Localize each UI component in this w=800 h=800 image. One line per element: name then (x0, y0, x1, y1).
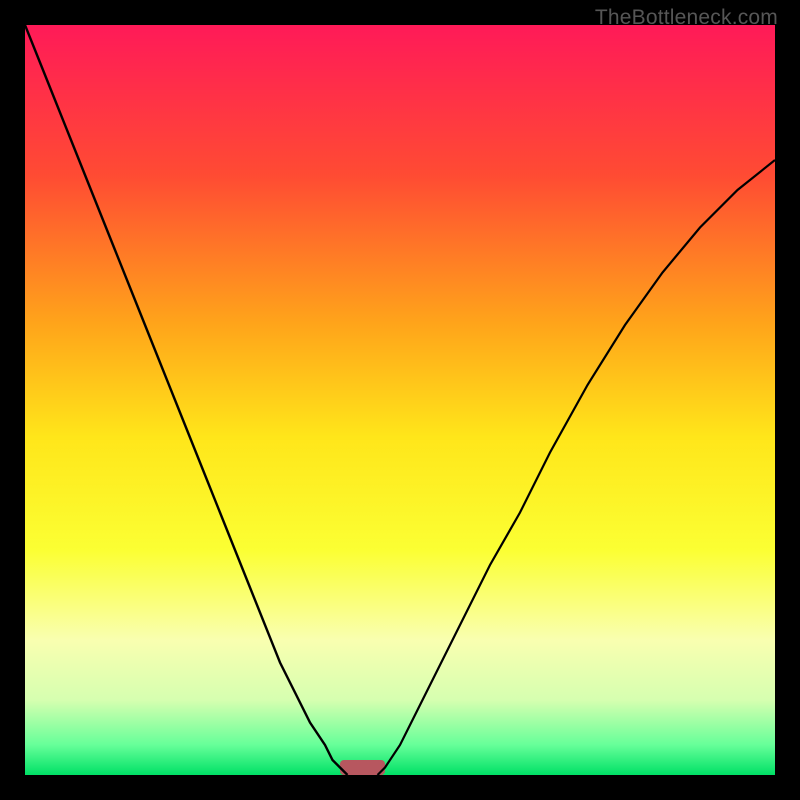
bottleneck-chart (25, 25, 775, 775)
chart-background-gradient (25, 25, 775, 775)
